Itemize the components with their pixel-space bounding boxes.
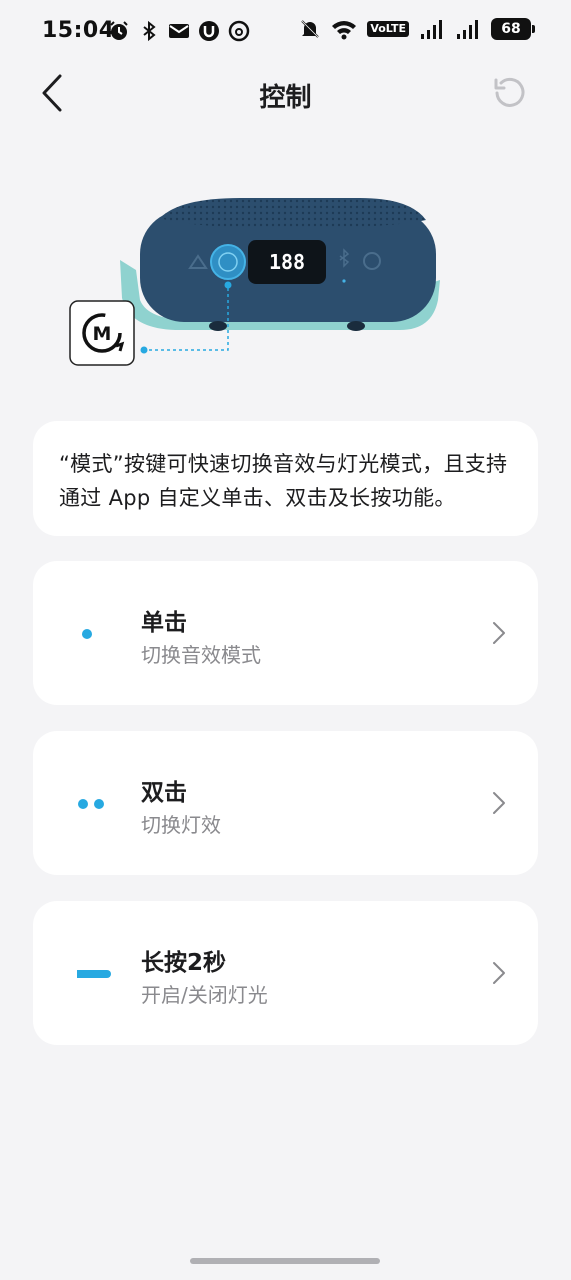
option-title: 长按2秒 xyxy=(141,950,227,976)
description-text: “模式”按键可快速切换音效与灯光模式，且支持通过 App 自定义单击、双击及长按… xyxy=(59,452,508,510)
option-title: 双击 xyxy=(141,780,187,806)
status-bar: 15:04 VoLTE 68 xyxy=(0,0,571,64)
option-double-click[interactable]: 双击 切换灯效 xyxy=(33,731,538,875)
option-subtitle: 开启/关闭灯光 xyxy=(141,983,268,1007)
wifi-icon xyxy=(332,21,357,40)
chevron-right-icon xyxy=(493,962,505,984)
speaker-illustration: 188 M xyxy=(69,198,440,366)
signal-1-icon xyxy=(421,20,442,39)
reset-button[interactable] xyxy=(491,74,529,112)
bluetooth-icon xyxy=(143,20,156,42)
home-indicator[interactable] xyxy=(190,1258,380,1264)
option-single-click[interactable]: 单击 切换音效模式 xyxy=(33,561,538,705)
status-time: 15:04 xyxy=(42,18,115,43)
mail-icon xyxy=(169,24,189,38)
display-digits: 188 xyxy=(269,250,305,274)
single-dot-icon xyxy=(82,629,92,639)
alarm-icon xyxy=(110,21,128,40)
chevron-right-icon xyxy=(493,792,505,814)
description-card: “模式”按键可快速切换音效与灯光模式，且支持通过 App 自定义单击、双击及长按… xyxy=(33,421,538,536)
header: 控制 xyxy=(0,60,571,126)
signal-2-icon xyxy=(457,20,478,39)
battery-indicator: 68 xyxy=(491,18,535,40)
refresh-icon xyxy=(494,77,525,107)
threads-icon xyxy=(228,20,250,42)
double-dot-icon xyxy=(78,799,104,809)
app-u-icon xyxy=(199,21,219,41)
long-bar-icon xyxy=(77,970,111,978)
chevron-right-icon xyxy=(493,622,505,644)
mode-badge-letter: M xyxy=(93,323,112,345)
option-long-press[interactable]: 长按2秒 开启/关闭灯光 xyxy=(33,901,538,1045)
option-subtitle: 切换音效模式 xyxy=(141,643,261,667)
option-subtitle: 切换灯效 xyxy=(141,813,221,837)
option-title: 单击 xyxy=(141,610,187,636)
page-title: 控制 xyxy=(259,83,312,113)
volte-badge: VoLTE xyxy=(367,21,409,37)
bell-muted-icon xyxy=(301,20,320,38)
